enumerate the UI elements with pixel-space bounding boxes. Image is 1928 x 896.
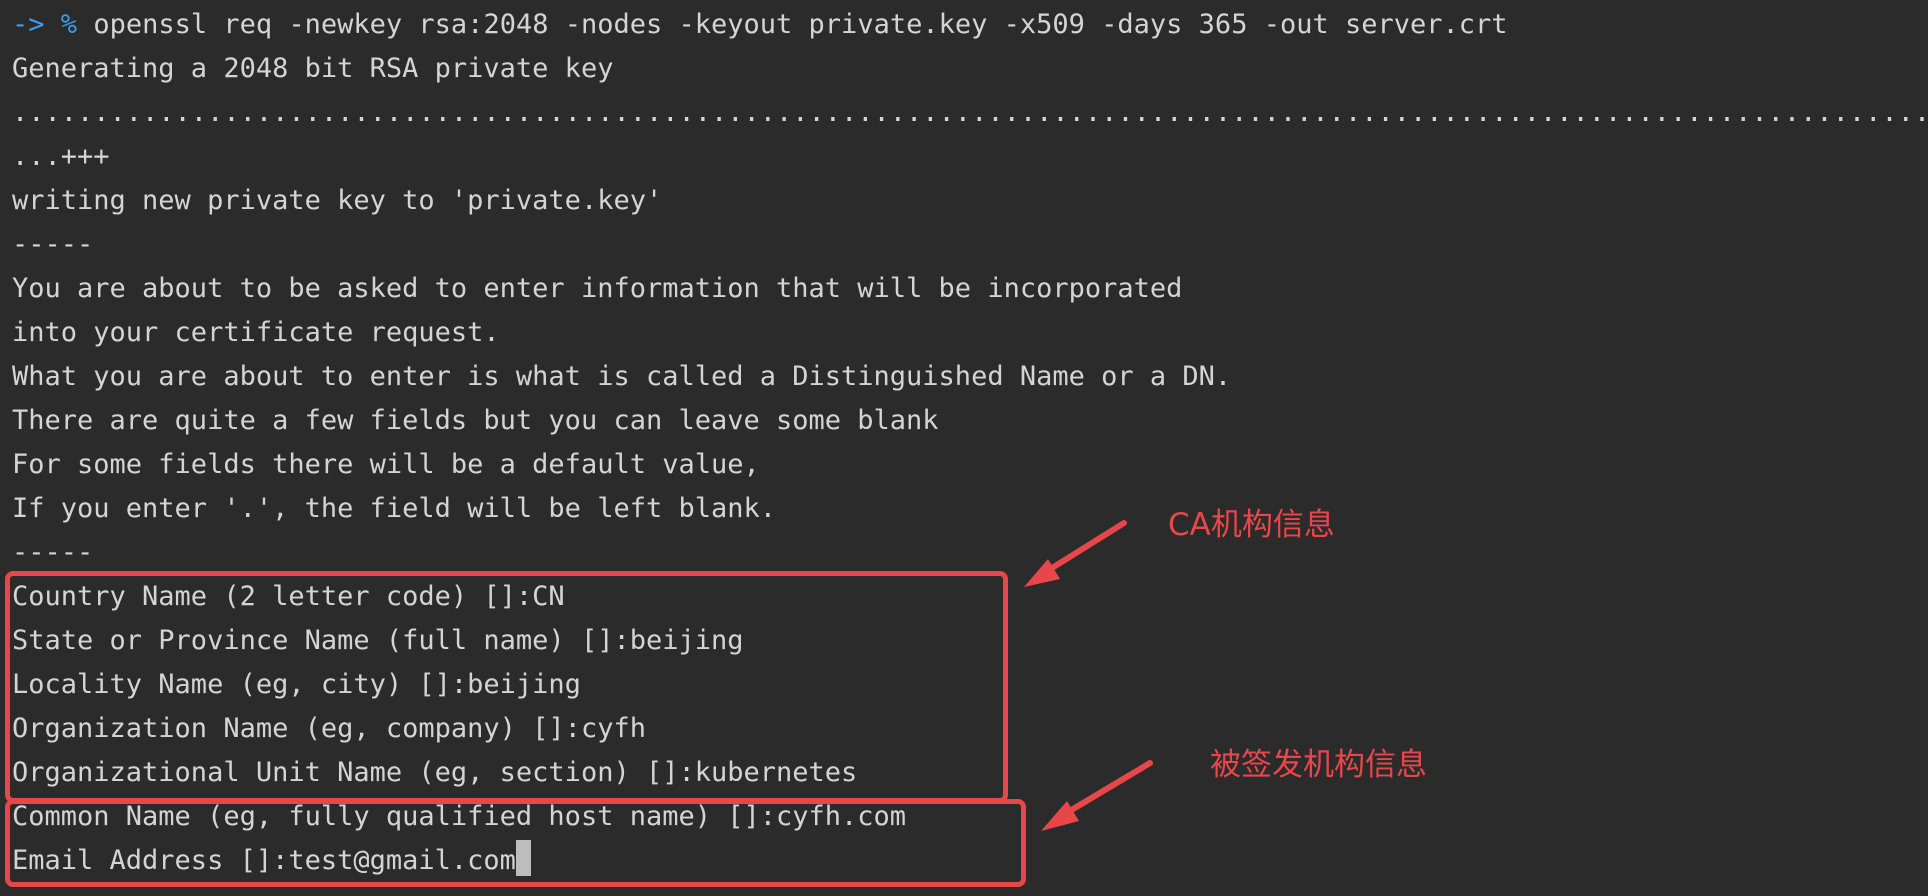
output-line: into your certificate request. [12,317,500,348]
command-line: -> % openssl req -newkey rsa:2048 -nodes… [12,3,1508,47]
issued-info-label: 被签发机构信息 [1210,747,1427,783]
output-line: Generating a 2048 bit RSA private key [12,53,614,84]
prompt-symbol: % [60,9,78,40]
ca-arrow-icon [1024,520,1127,587]
issued-arrow-icon [1041,760,1153,831]
output-line: You are about to be asked to enter infor… [12,273,1183,304]
progress-dots-line: ........................................… [12,97,1928,128]
output-line: There are quite a few fields but you can… [12,405,939,436]
command-text: openssl req -newkey rsa:2048 -nodes -key… [93,9,1508,40]
issued-info-highlight-box [5,799,1026,887]
separator-line: ----- [12,229,94,260]
output-line: For some fields there will be a default … [12,449,760,480]
ca-info-label: CA机构信息 [1168,507,1335,543]
output-line: ...+++ [12,141,110,172]
terminal-window[interactable]: -> % openssl req -newkey rsa:2048 -nodes… [0,0,1928,896]
output-line: What you are about to enter is what is c… [12,361,1232,392]
prompt-arrow: -> [12,9,45,40]
output-line: If you enter '.', the field will be left… [12,493,777,524]
separator-line: ----- [12,537,94,568]
ca-info-highlight-box [5,571,1008,803]
output-line: writing new private key to 'private.key' [12,185,663,216]
